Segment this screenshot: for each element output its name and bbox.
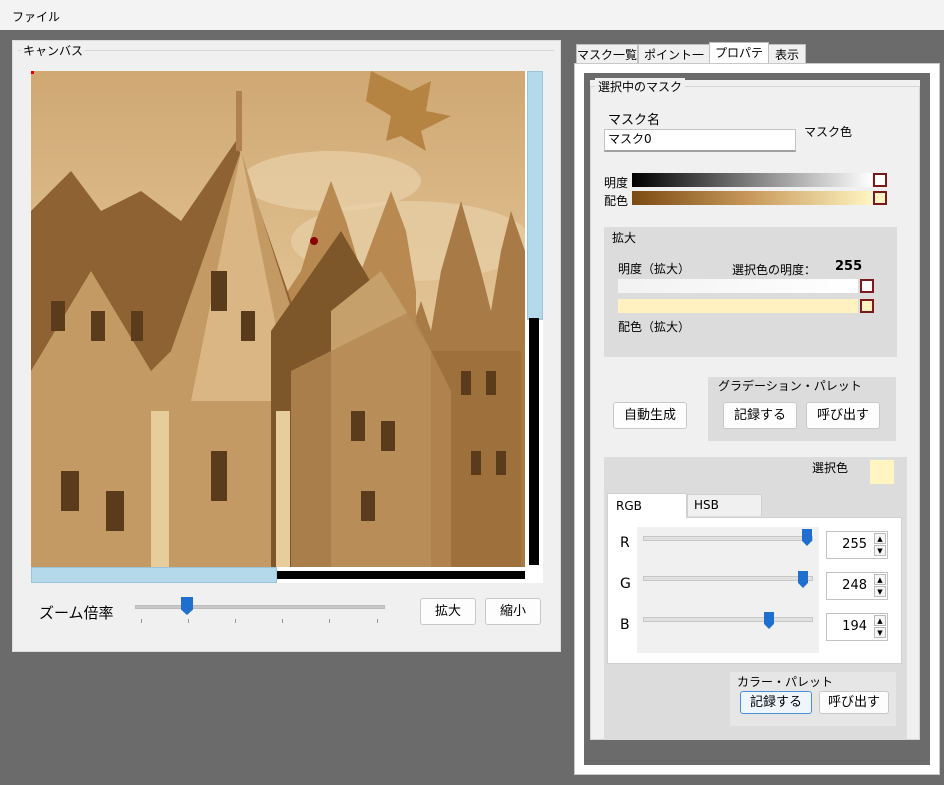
gradient-palette-title: グラデーション・パレット <box>718 379 862 393</box>
color-load-button[interactable]: 呼び出す <box>819 691 889 714</box>
tab-hsb[interactable]: HSB <box>687 494 762 516</box>
zoom-tick <box>188 619 189 623</box>
channel-r-down-icon[interactable]: ▼ <box>874 545 886 556</box>
channel-r-up-icon[interactable]: ▲ <box>874 533 886 544</box>
coloring-label: 配色 <box>604 194 629 208</box>
sepia-canvas-image[interactable] <box>31 71 525 567</box>
channel-b-down-icon[interactable]: ▼ <box>874 627 886 638</box>
canvas-group-border <box>18 50 554 52</box>
tab-view[interactable]: 表示 <box>768 44 806 65</box>
zoom-brightness-gradient[interactable] <box>618 279 858 293</box>
channel-b-up-icon[interactable]: ▲ <box>874 615 886 626</box>
image-area[interactable] <box>31 71 543 583</box>
tab-rgb[interactable]: RGB <box>607 493 687 518</box>
menu-bar: ファイル <box>0 0 944 30</box>
zoom-tick <box>235 619 236 623</box>
zoom-out-button[interactable]: 縮小 <box>485 598 541 625</box>
auto-generate-button[interactable]: 自動生成 <box>613 402 687 429</box>
zoom-label: ズーム倍率 <box>39 604 114 622</box>
zoom-coloring-swatch[interactable] <box>860 299 874 313</box>
vertical-scrollbar-thumb[interactable] <box>527 71 543 320</box>
selected-brightness-value: 255 <box>835 259 863 274</box>
coloring-gradient[interactable] <box>632 191 872 205</box>
zoom-brightness-swatch[interactable] <box>860 279 874 293</box>
selected-brightness-label: 選択色の明度： <box>732 263 817 277</box>
brightness-swatch[interactable] <box>873 173 887 187</box>
channel-g-slider-track[interactable] <box>643 576 813 581</box>
channel-r-label: R <box>620 535 630 551</box>
channel-b-label: B <box>620 617 630 633</box>
zoom-coloring-gradient[interactable] <box>618 299 858 313</box>
mask-name-input[interactable]: マスク0 <box>604 129 796 152</box>
channel-g-down-icon[interactable]: ▼ <box>874 586 886 597</box>
gradient-save-button[interactable]: 記録する <box>723 402 797 429</box>
color-palette-title: カラー・パレット <box>737 675 834 689</box>
properties-content: 選択中のマスク マスク名 マスク0 マスク色 明度 配色 拡大 明度（拡大） 選… <box>590 78 920 740</box>
vertical-scroll-indicator <box>529 318 539 565</box>
horizontal-scrollbar-thumb[interactable] <box>31 567 277 583</box>
tab-point-list[interactable]: ポイント一覧 <box>638 44 710 82</box>
horizontal-scroll-indicator <box>277 571 525 579</box>
selected-mask-title: 選択中のマスク <box>595 78 686 95</box>
selected-color-label: 選択色 <box>812 461 849 475</box>
tab-properties[interactable]: プロパティ <box>709 42 769 80</box>
zoom-section-title: 拡大 <box>612 231 637 245</box>
tab-mask-list[interactable]: マスク一覧 <box>576 44 638 65</box>
gradient-load-button[interactable]: 呼び出す <box>806 402 880 429</box>
channel-b-slider-track[interactable] <box>643 617 813 622</box>
zoom-coloring-label: 配色（拡大） <box>618 320 691 334</box>
color-save-button[interactable]: 記録する <box>740 691 812 714</box>
zoom-brightness-label: 明度（拡大） <box>618 262 691 276</box>
mask-name-label: マスク名 <box>608 113 661 128</box>
canvas-panel: キャンバス ズーム倍率 拡大 縮小 <box>12 40 561 652</box>
zoom-tick <box>329 619 330 623</box>
zoom-tick <box>141 619 142 623</box>
channel-g-up-icon[interactable]: ▲ <box>874 574 886 585</box>
brightness-gradient[interactable] <box>632 173 872 187</box>
rgb-slider-area <box>637 527 819 653</box>
menu-file[interactable]: ファイル <box>12 8 60 25</box>
zoom-tick <box>377 619 378 623</box>
canvas-legend: キャンバス <box>21 42 86 59</box>
channel-r-slider-track[interactable] <box>643 536 813 541</box>
zoom-tick <box>282 619 283 623</box>
zoom-slider-track[interactable] <box>135 605 385 609</box>
channel-g-label: G <box>620 576 631 592</box>
brightness-label: 明度 <box>604 176 629 190</box>
coloring-swatch[interactable] <box>873 191 887 205</box>
zoom-slider-thumb[interactable] <box>181 597 193 615</box>
zoom-in-button[interactable]: 拡大 <box>420 598 476 625</box>
mask-color-label: マスク色 <box>804 125 853 139</box>
selected-color-swatch <box>870 460 894 484</box>
